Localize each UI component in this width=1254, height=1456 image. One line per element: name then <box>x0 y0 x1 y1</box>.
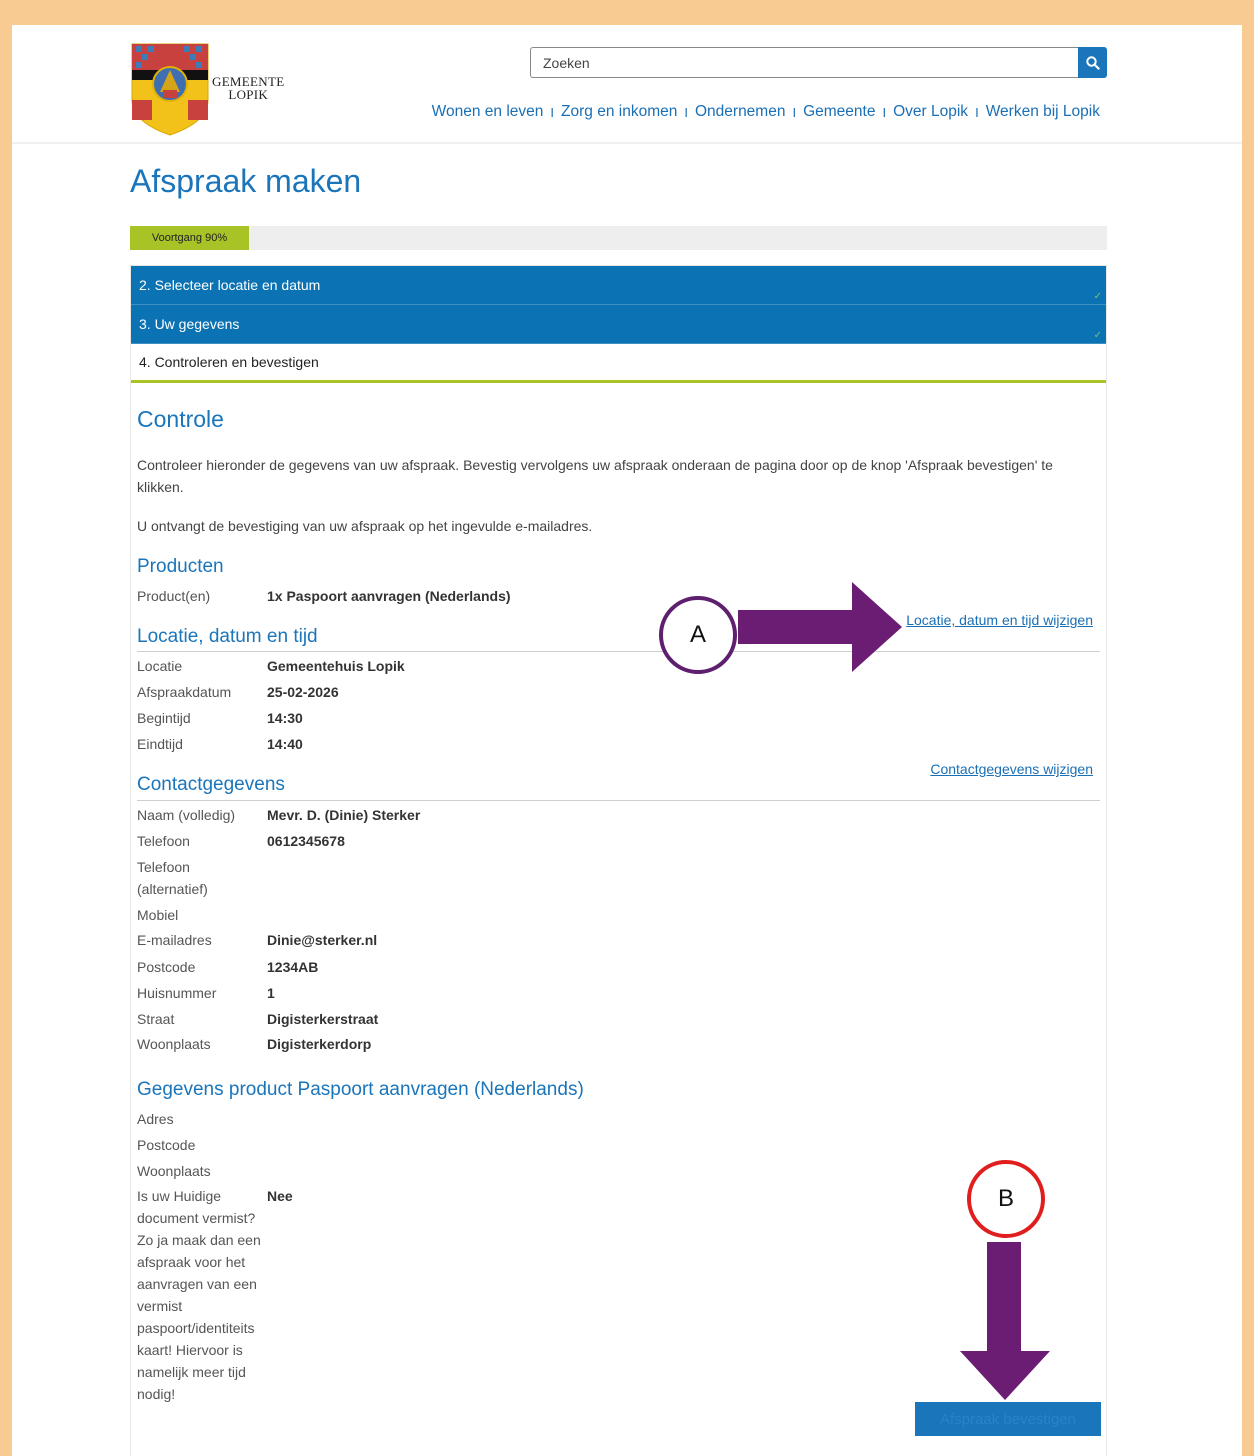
annotation-arrow-down-icon <box>960 1242 1050 1400</box>
step-2-location-date[interactable]: 2. Selecteer locatie en datum ✓ <box>131 266 1106 305</box>
nav-gemeente[interactable]: Gemeente <box>803 103 875 121</box>
step-3-your-details[interactable]: 3. Uw gegevens ✓ <box>131 305 1106 344</box>
nav-over-lopik[interactable]: Over Lopik <box>893 103 968 121</box>
section-title-controle: Controle <box>137 406 224 432</box>
coat-of-arms-icon <box>131 43 209 136</box>
search-icon <box>1085 55 1100 70</box>
nav-ondernemen[interactable]: Ondernemen <box>695 103 785 121</box>
municipality-logo[interactable]: GEMEENTE LOPIK <box>130 42 305 137</box>
confirm-appointment-button[interactable]: Afspraak bevestigen <box>915 1402 1101 1436</box>
divider <box>137 800 1100 801</box>
divider <box>137 651 1100 652</box>
site-header: GEMEENTE LOPIK Wonen en leven I Zorg en … <box>12 25 1242 144</box>
confirmation-note: U ontvangt de bevestiging van uw afspraa… <box>137 518 593 534</box>
section-title-locatie: Locatie, datum en tijd <box>137 626 318 647</box>
edit-location-date-time-link[interactable]: Locatie, datum en tijd wijzigen <box>906 612 1093 628</box>
edit-contact-details-link[interactable]: Contactgegevens wijzigen <box>930 761 1093 777</box>
nav-wonen-en-leven[interactable]: Wonen en leven <box>432 103 544 121</box>
step-4-check-confirm: 4. Controleren en bevestigen <box>131 344 1106 383</box>
search-button[interactable] <box>1078 47 1107 78</box>
section-title-producten: Producten <box>137 556 224 577</box>
section-title-product-details: Gegevens product Paspoort aanvragen (Ned… <box>137 1079 584 1100</box>
annotation-badge-a: A <box>659 596 737 674</box>
nav-werken-bij-lopik[interactable]: Werken bij Lopik <box>986 103 1100 121</box>
annotation-arrow-right-icon <box>738 582 902 672</box>
search-input[interactable] <box>530 47 1078 78</box>
section-title-contact: Contactgegevens <box>137 774 285 795</box>
search-bar <box>530 47 1107 78</box>
progress-bar: Voortgang 90% <box>130 226 1107 250</box>
intro-text: Controleer hieronder de gegevens van uw … <box>137 457 1053 495</box>
main-navigation: Wonen en leven I Zorg en inkomen I Onder… <box>431 103 1100 121</box>
page: GEMEENTE LOPIK Wonen en leven I Zorg en … <box>12 25 1242 1456</box>
progress-label: Voortgang 90% <box>130 226 249 250</box>
annotation-badge-b: B <box>967 1160 1045 1238</box>
checkmark-icon: ✓ <box>1093 291 1102 302</box>
checkmark-icon: ✓ <box>1093 330 1102 341</box>
nav-zorg-en-inkomen[interactable]: Zorg en inkomen <box>561 103 677 121</box>
logo-text: GEMEENTE LOPIK <box>212 74 285 102</box>
page-title: Afspraak maken <box>130 163 362 199</box>
